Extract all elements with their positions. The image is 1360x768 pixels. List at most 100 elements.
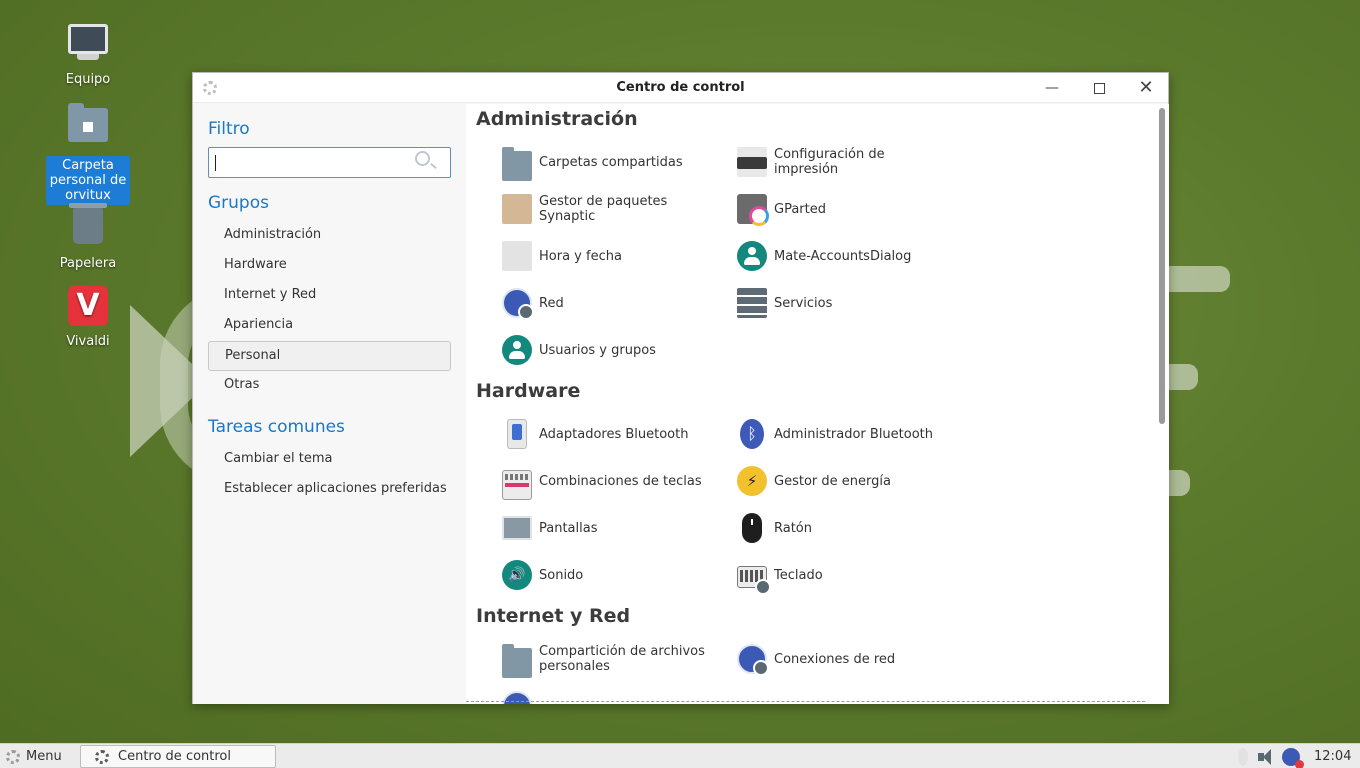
group-item-personal[interactable]: Personal	[208, 341, 451, 371]
section-title-hardware: Hardware	[476, 380, 581, 402]
display-icon	[502, 516, 532, 540]
item-label: Servicios	[774, 295, 833, 311]
item-time-date[interactable]: Hora y fecha	[502, 236, 709, 276]
desktop-icon-trash[interactable]: Papelera	[46, 203, 130, 271]
bluetooth-icon: ᛒ	[740, 419, 764, 449]
content-area: Administración Carpetas compartidas Conf…	[466, 104, 1155, 704]
task-preferred-apps[interactable]: Establecer aplicaciones preferidas	[208, 475, 451, 505]
item-label: Conexiones de red	[774, 651, 896, 667]
menu-button[interactable]: Menu	[4, 747, 62, 767]
item-network-connections[interactable]: Conexiones de red	[737, 639, 944, 679]
item-label: Compartición de archivos personales	[539, 644, 705, 674]
user-icon	[737, 241, 767, 271]
item-bt-manager[interactable]: ᛒ Administrador Bluetooth	[737, 414, 944, 454]
item-sound[interactable]: 🔊 Sonido	[502, 555, 709, 595]
control-center-window: Centro de control — ✕ Filtro Grupos Admi…	[192, 72, 1169, 704]
desktop-icon-label: Vivaldi	[66, 334, 110, 349]
desktop-icon-home-folder[interactable]: Carpeta personal de orvitux	[46, 103, 130, 205]
item-label: Carpetas compartidas	[539, 154, 683, 170]
item-label: Ratón	[774, 520, 813, 536]
item-shared-folders[interactable]: Carpetas compartidas	[502, 142, 709, 182]
item-mouse[interactable]: Ratón	[737, 508, 944, 548]
item-gparted[interactable]: GParted	[737, 189, 944, 229]
usb-bluetooth-icon	[507, 419, 527, 449]
printer-icon	[737, 147, 767, 177]
network-icon	[502, 288, 534, 320]
item-label: Hora y fecha	[539, 248, 622, 264]
volume-icon[interactable]	[1256, 748, 1274, 766]
shared-folder-icon	[502, 147, 532, 181]
clock[interactable]: 12:04	[1314, 747, 1351, 767]
item-print-config[interactable]: Configuración de impresión	[737, 142, 944, 182]
power-icon: ⚡	[737, 466, 767, 496]
item-label: Administrador Bluetooth	[774, 426, 934, 442]
group-item-internet[interactable]: Internet y Red	[208, 281, 451, 311]
search-icon	[415, 151, 430, 166]
home-folder-icon	[66, 103, 110, 152]
item-label: Combinaciones de teclas	[539, 473, 702, 489]
item-network[interactable]: Red	[502, 283, 709, 323]
desktop-icon-label: Equipo	[65, 72, 111, 87]
scrollbar-thumb[interactable]	[1159, 108, 1165, 424]
desktop-icon-vivaldi[interactable]: V Vivaldi	[46, 286, 130, 349]
item-services[interactable]: Servicios	[737, 283, 944, 323]
content-scrollbar[interactable]	[1155, 104, 1169, 704]
item-label: GParted	[774, 201, 826, 217]
item-label: Adaptadores Bluetooth	[539, 426, 689, 442]
item-bt-adapters[interactable]: Adaptadores Bluetooth	[502, 414, 709, 454]
group-item-apariencia[interactable]: Apariencia	[208, 311, 451, 341]
desktop-icon-label: Papelera	[59, 256, 117, 271]
scroll-edge-indicator	[466, 701, 1145, 702]
item-power-manager[interactable]: ⚡ Gestor de energía	[737, 461, 944, 501]
item-label: Gestor de energía	[774, 473, 891, 489]
group-item-hardware[interactable]: Hardware	[208, 251, 451, 281]
item-accounts-dialog[interactable]: Mate-AccountsDialog	[737, 236, 944, 276]
file-sharing-icon	[502, 644, 532, 678]
filter-search-input[interactable]	[208, 147, 451, 178]
item-label: Mate-AccountsDialog	[774, 248, 912, 264]
item-users-groups[interactable]: Usuarios y grupos	[502, 330, 709, 370]
close-button[interactable]: ✕	[1136, 79, 1156, 97]
wallpaper-bar	[1160, 266, 1230, 292]
bluetooth-tray-icon[interactable]	[1238, 748, 1248, 766]
taskbar-window-button[interactable]: Centro de control	[80, 745, 276, 768]
gear-icon	[95, 750, 109, 764]
group-item-otras[interactable]: Otras	[208, 371, 451, 401]
item-key-combos[interactable]: Combinaciones de teclas	[502, 461, 709, 501]
item-displays[interactable]: Pantallas	[502, 508, 709, 548]
item-label: Configuración de impresión	[774, 147, 885, 177]
groups-heading: Grupos	[208, 193, 269, 213]
item-label: Red	[539, 295, 564, 311]
gparted-icon	[737, 194, 769, 226]
window-titlebar[interactable]: Centro de control — ✕	[193, 73, 1168, 103]
package-icon	[502, 194, 532, 224]
desktop-icon-computer[interactable]: Equipo	[46, 24, 130, 87]
item-keyboard[interactable]: Teclado	[737, 555, 944, 595]
computer-icon	[66, 24, 110, 68]
users-icon	[502, 335, 532, 365]
taskbar-window-label: Centro de control	[118, 749, 232, 764]
vivaldi-icon: V	[66, 286, 110, 330]
task-change-theme[interactable]: Cambiar el tema	[208, 445, 451, 475]
group-item-administracion[interactable]: Administración	[208, 221, 451, 251]
text-caret	[215, 155, 216, 171]
menu-label: Menu	[26, 749, 62, 764]
sound-icon: 🔊	[502, 560, 532, 590]
filter-heading: Filtro	[208, 119, 250, 139]
item-label: Usuarios y grupos	[539, 342, 656, 358]
maximize-button[interactable]	[1089, 79, 1109, 97]
item-label: Pantallas	[539, 520, 598, 536]
keyboard-icon	[737, 566, 771, 595]
desktop-icon-label: Carpeta personal de orvitux	[46, 156, 130, 205]
network-connections-icon	[737, 644, 769, 676]
minimize-button[interactable]: —	[1042, 79, 1062, 97]
item-label: Teclado	[774, 567, 823, 583]
item-label: Gestor de paquetes Synaptic	[539, 194, 668, 224]
window-title: Centro de control	[616, 80, 745, 95]
item-file-sharing[interactable]: Compartición de archivos personales	[502, 639, 709, 679]
section-title-internet: Internet y Red	[476, 605, 631, 627]
trash-icon	[66, 203, 110, 252]
network-tray-icon[interactable]	[1282, 748, 1304, 768]
sidebar: Filtro Grupos Administración Hardware In…	[193, 104, 466, 704]
item-synaptic[interactable]: Gestor de paquetes Synaptic	[502, 189, 709, 229]
